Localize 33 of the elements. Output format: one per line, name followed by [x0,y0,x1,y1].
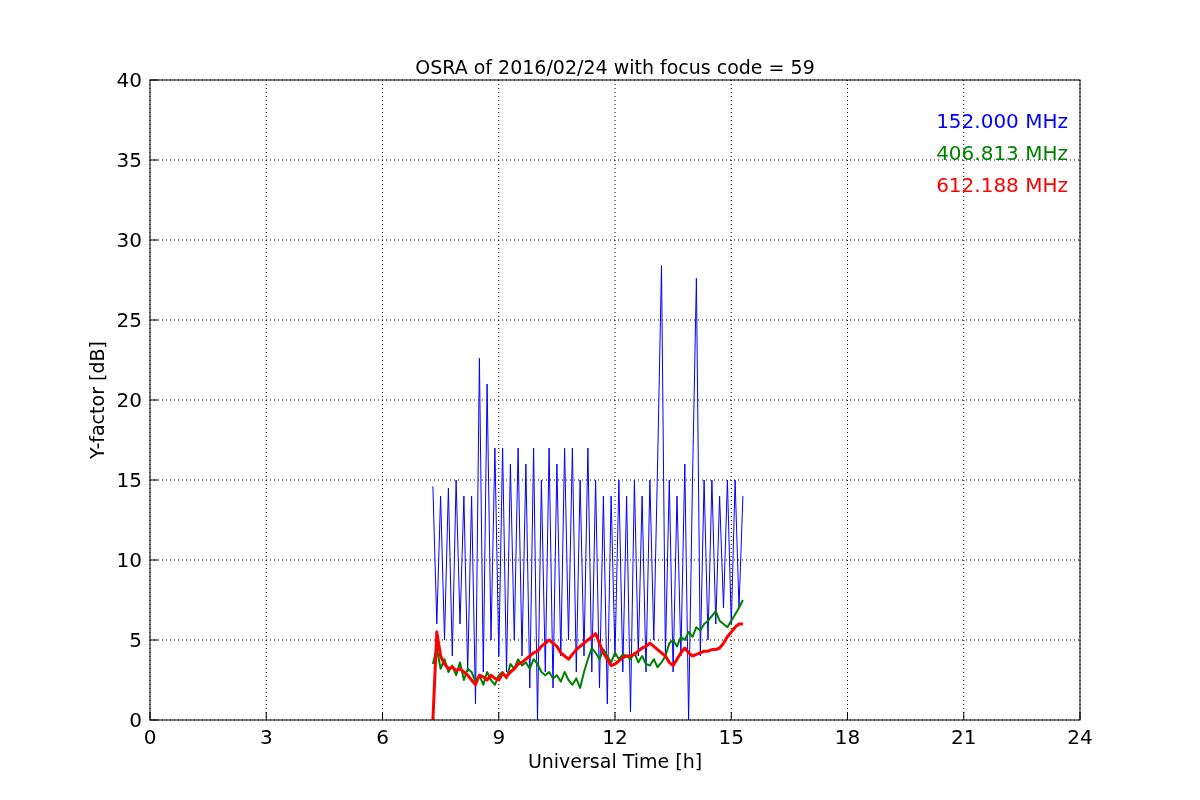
tick-mark [1079,711,1081,721]
y-axis-label: Y-factor [dB] [86,341,108,459]
tick-label: 18 [834,725,861,749]
tick-label: 6 [376,725,389,749]
tick-label: 25 [116,308,142,332]
legend-label: 612.188 MHz [936,173,1068,197]
tick-label: 10 [116,548,142,572]
legend-label: 152.000 MHz [936,109,1068,133]
tick-label: 21 [951,725,977,749]
tick-mark [614,711,616,721]
tick-label: 24 [1067,725,1093,749]
tick-label: 40 [116,68,142,92]
tick-label: 20 [116,388,142,412]
tick-mark [847,711,848,721]
tick-label: 30 [116,228,142,252]
tick-label: 12 [602,725,628,749]
tick-label: 3 [259,725,273,749]
tick-mark [963,711,965,721]
tick-mark [498,711,500,721]
chart-title: OSRA of 2016/02/24 with focus code = 59 [415,56,815,78]
tick-mark [382,711,383,721]
tick-label: 0 [129,708,142,732]
tick-label: 9 [492,725,506,749]
x-axis-label: Universal Time [h] [527,750,703,772]
legend-label: 406.813 MHz [936,141,1068,165]
tick-label: 35 [116,148,142,172]
tick-label: 15 [718,725,744,749]
tick-mark [730,711,732,721]
tick-mark [149,79,159,81]
tick-mark [265,711,267,721]
tick-label: 5 [129,628,142,652]
tick-label: 0 [143,725,157,749]
tick-label: 15 [116,468,142,492]
